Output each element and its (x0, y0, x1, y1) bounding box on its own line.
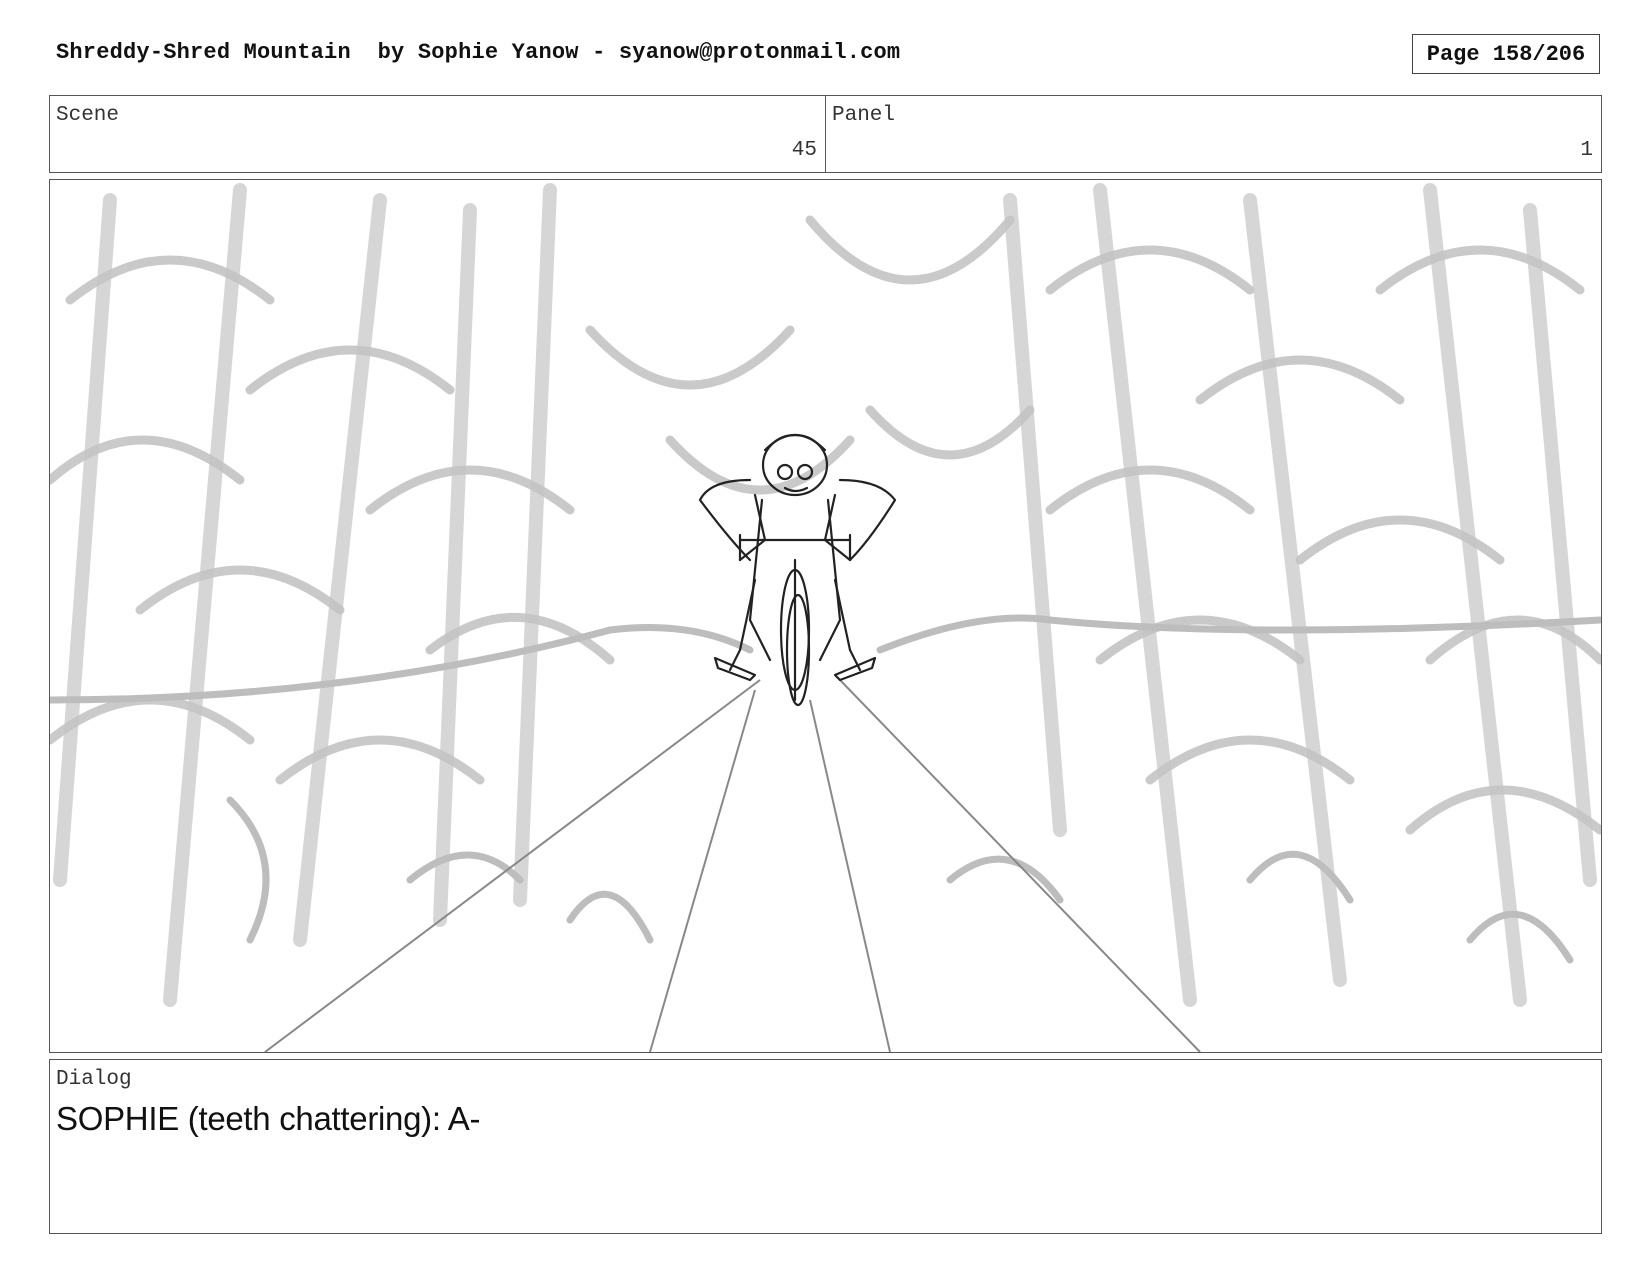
scene-panel-info-row: Scene 45 Panel 1 (49, 95, 1602, 173)
dialog-label: Dialog (56, 1068, 132, 1091)
panel-label: Panel (832, 104, 896, 127)
ground-brush-sketch (50, 614, 1601, 964)
background-trees-sketch (53, 183, 1597, 1007)
dialog-box: Dialog SOPHIE (teeth chattering): A- (49, 1059, 1602, 1234)
trail-lines-sketch (264, 679, 1201, 1052)
panel-cell: Panel 1 (825, 96, 1601, 172)
storyboard-sketch-image (50, 183, 1601, 1052)
dialog-text: SOPHIE (teeth chattering): A- (56, 1100, 481, 1137)
foliage-arcs-sketch (50, 215, 1601, 835)
storyboard-panel-image (49, 179, 1602, 1053)
panel-number: 1 (1580, 139, 1593, 162)
cyclist-figure-sketch (698, 433, 897, 707)
storyboard-title: Shreddy-Shred Mountain by Sophie Yanow -… (56, 40, 901, 65)
scene-number: 45 (791, 139, 817, 162)
scene-label: Scene (56, 104, 120, 127)
scene-cell: Scene 45 (50, 96, 825, 172)
page-number-badge: Page 158/206 (1412, 34, 1600, 74)
